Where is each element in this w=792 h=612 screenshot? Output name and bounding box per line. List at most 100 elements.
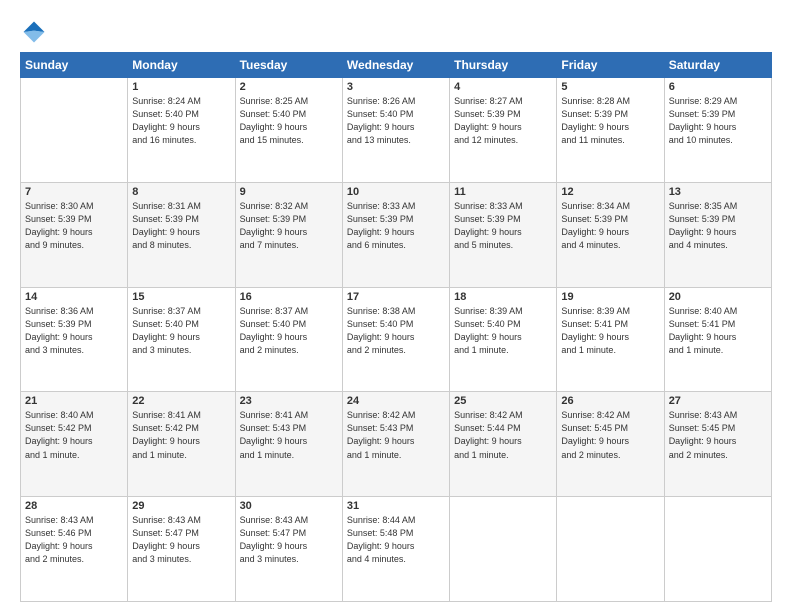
- calendar-cell: 26 Sunrise: 8:42 AM Sunset: 5:45 PM Dayli…: [557, 392, 664, 497]
- day-info: Sunrise: 8:42 AM Sunset: 5:45 PM Dayligh…: [561, 409, 659, 461]
- calendar-cell: 21 Sunrise: 8:40 AM Sunset: 5:42 PM Dayli…: [21, 392, 128, 497]
- calendar-header-wednesday: Wednesday: [342, 53, 449, 78]
- calendar-header-monday: Monday: [128, 53, 235, 78]
- day-number: 9: [240, 186, 338, 198]
- calendar-cell: [557, 497, 664, 602]
- day-info: Sunrise: 8:44 AM Sunset: 5:48 PM Dayligh…: [347, 514, 445, 566]
- day-info: Sunrise: 8:41 AM Sunset: 5:43 PM Dayligh…: [240, 409, 338, 461]
- day-number: 22: [132, 395, 230, 407]
- day-number: 29: [132, 500, 230, 512]
- calendar-cell: 8 Sunrise: 8:31 AM Sunset: 5:39 PM Daylig…: [128, 182, 235, 287]
- day-number: 1: [132, 81, 230, 93]
- calendar-cell: 25 Sunrise: 8:42 AM Sunset: 5:44 PM Dayli…: [450, 392, 557, 497]
- logo-icon: [20, 18, 48, 46]
- calendar-cell: 14Sunrise: 8:36 AM Sunset: 5:39 PM Dayli…: [21, 287, 128, 392]
- day-number: 28: [25, 500, 123, 512]
- day-info: Sunrise: 8:43 AM Sunset: 5:47 PM Dayligh…: [132, 514, 230, 566]
- calendar-cell: 12 Sunrise: 8:34 AM Sunset: 5:39 PM Dayli…: [557, 182, 664, 287]
- day-info: Sunrise: 8:37 AM Sunset: 5:40 PM Dayligh…: [132, 305, 230, 357]
- calendar-cell: 3 Sunrise: 8:26 AM Sunset: 5:40 PM Daylig…: [342, 78, 449, 183]
- calendar-header-friday: Friday: [557, 53, 664, 78]
- calendar-cell: 4 Sunrise: 8:27 AM Sunset: 5:39 PM Daylig…: [450, 78, 557, 183]
- calendar-header-thursday: Thursday: [450, 53, 557, 78]
- day-number: 27: [669, 395, 767, 407]
- calendar-cell: 23 Sunrise: 8:41 AM Sunset: 5:43 PM Dayli…: [235, 392, 342, 497]
- calendar-cell: 10 Sunrise: 8:33 AM Sunset: 5:39 PM Dayli…: [342, 182, 449, 287]
- calendar-cell: 6Sunrise: 8:29 AM Sunset: 5:39 PM Daylig…: [664, 78, 771, 183]
- day-info: Sunrise: 8:31 AM Sunset: 5:39 PM Dayligh…: [132, 200, 230, 252]
- day-info: Sunrise: 8:43 AM Sunset: 5:45 PM Dayligh…: [669, 409, 767, 461]
- day-info: Sunrise: 8:28 AM Sunset: 5:39 PM Dayligh…: [561, 95, 659, 147]
- day-number: 5: [561, 81, 659, 93]
- calendar-cell: 18 Sunrise: 8:39 AM Sunset: 5:40 PM Dayli…: [450, 287, 557, 392]
- calendar-cell: [664, 497, 771, 602]
- day-number: 16: [240, 291, 338, 303]
- calendar-cell: 1 Sunrise: 8:24 AM Sunset: 5:40 PM Daylig…: [128, 78, 235, 183]
- day-info: Sunrise: 8:39 AM Sunset: 5:41 PM Dayligh…: [561, 305, 659, 357]
- day-number: 8: [132, 186, 230, 198]
- day-number: 18: [454, 291, 552, 303]
- day-info: Sunrise: 8:40 AM Sunset: 5:42 PM Dayligh…: [25, 409, 123, 461]
- day-info: Sunrise: 8:40 AM Sunset: 5:41 PM Dayligh…: [669, 305, 767, 357]
- day-info: Sunrise: 8:27 AM Sunset: 5:39 PM Dayligh…: [454, 95, 552, 147]
- day-number: 10: [347, 186, 445, 198]
- calendar-header-sunday: Sunday: [21, 53, 128, 78]
- calendar-header-row: SundayMondayTuesdayWednesdayThursdayFrid…: [21, 53, 772, 78]
- calendar-cell: 7Sunrise: 8:30 AM Sunset: 5:39 PM Daylig…: [21, 182, 128, 287]
- calendar-cell: 19 Sunrise: 8:39 AM Sunset: 5:41 PM Dayli…: [557, 287, 664, 392]
- day-info: Sunrise: 8:39 AM Sunset: 5:40 PM Dayligh…: [454, 305, 552, 357]
- calendar-cell: 27 Sunrise: 8:43 AM Sunset: 5:45 PM Dayli…: [664, 392, 771, 497]
- calendar-cell: 15 Sunrise: 8:37 AM Sunset: 5:40 PM Dayli…: [128, 287, 235, 392]
- calendar-cell: 31 Sunrise: 8:44 AM Sunset: 5:48 PM Dayli…: [342, 497, 449, 602]
- day-number: 15: [132, 291, 230, 303]
- day-number: 30: [240, 500, 338, 512]
- day-number: 26: [561, 395, 659, 407]
- day-number: 25: [454, 395, 552, 407]
- day-info: Sunrise: 8:24 AM Sunset: 5:40 PM Dayligh…: [132, 95, 230, 147]
- day-info: Sunrise: 8:38 AM Sunset: 5:40 PM Dayligh…: [347, 305, 445, 357]
- day-info: Sunrise: 8:26 AM Sunset: 5:40 PM Dayligh…: [347, 95, 445, 147]
- calendar-cell: 22Sunrise: 8:41 AM Sunset: 5:42 PM Dayli…: [128, 392, 235, 497]
- calendar-cell: 30 Sunrise: 8:43 AM Sunset: 5:47 PM Dayli…: [235, 497, 342, 602]
- calendar-cell: 5 Sunrise: 8:28 AM Sunset: 5:39 PM Daylig…: [557, 78, 664, 183]
- logo: [20, 18, 52, 46]
- calendar-cell: 2Sunrise: 8:25 AM Sunset: 5:40 PM Daylig…: [235, 78, 342, 183]
- day-number: 19: [561, 291, 659, 303]
- calendar-table: SundayMondayTuesdayWednesdayThursdayFrid…: [20, 52, 772, 602]
- calendar-cell: [450, 497, 557, 602]
- day-number: 11: [454, 186, 552, 198]
- day-info: Sunrise: 8:33 AM Sunset: 5:39 PM Dayligh…: [454, 200, 552, 252]
- day-number: 24: [347, 395, 445, 407]
- calendar-cell: [21, 78, 128, 183]
- calendar-week-row: 21 Sunrise: 8:40 AM Sunset: 5:42 PM Dayli…: [21, 392, 772, 497]
- calendar-cell: 28 Sunrise: 8:43 AM Sunset: 5:46 PM Dayli…: [21, 497, 128, 602]
- calendar-week-row: 7Sunrise: 8:30 AM Sunset: 5:39 PM Daylig…: [21, 182, 772, 287]
- calendar-week-row: 28 Sunrise: 8:43 AM Sunset: 5:46 PM Dayli…: [21, 497, 772, 602]
- day-info: Sunrise: 8:33 AM Sunset: 5:39 PM Dayligh…: [347, 200, 445, 252]
- calendar-cell: 24Sunrise: 8:42 AM Sunset: 5:43 PM Dayli…: [342, 392, 449, 497]
- day-info: Sunrise: 8:34 AM Sunset: 5:39 PM Dayligh…: [561, 200, 659, 252]
- day-info: Sunrise: 8:29 AM Sunset: 5:39 PM Dayligh…: [669, 95, 767, 147]
- day-number: 14: [25, 291, 123, 303]
- day-number: 12: [561, 186, 659, 198]
- day-number: 4: [454, 81, 552, 93]
- day-info: Sunrise: 8:42 AM Sunset: 5:44 PM Dayligh…: [454, 409, 552, 461]
- day-info: Sunrise: 8:32 AM Sunset: 5:39 PM Dayligh…: [240, 200, 338, 252]
- day-number: 23: [240, 395, 338, 407]
- header: [20, 18, 772, 46]
- calendar-cell: 29 Sunrise: 8:43 AM Sunset: 5:47 PM Dayli…: [128, 497, 235, 602]
- day-number: 3: [347, 81, 445, 93]
- calendar-header-saturday: Saturday: [664, 53, 771, 78]
- day-number: 21: [25, 395, 123, 407]
- day-info: Sunrise: 8:43 AM Sunset: 5:47 PM Dayligh…: [240, 514, 338, 566]
- page: SundayMondayTuesdayWednesdayThursdayFrid…: [0, 0, 792, 612]
- day-number: 13: [669, 186, 767, 198]
- calendar-cell: 11 Sunrise: 8:33 AM Sunset: 5:39 PM Dayli…: [450, 182, 557, 287]
- day-info: Sunrise: 8:43 AM Sunset: 5:46 PM Dayligh…: [25, 514, 123, 566]
- day-number: 31: [347, 500, 445, 512]
- day-info: Sunrise: 8:35 AM Sunset: 5:39 PM Dayligh…: [669, 200, 767, 252]
- calendar-cell: 13 Sunrise: 8:35 AM Sunset: 5:39 PM Dayli…: [664, 182, 771, 287]
- calendar-week-row: 1 Sunrise: 8:24 AM Sunset: 5:40 PM Daylig…: [21, 78, 772, 183]
- day-info: Sunrise: 8:37 AM Sunset: 5:40 PM Dayligh…: [240, 305, 338, 357]
- day-number: 7: [25, 186, 123, 198]
